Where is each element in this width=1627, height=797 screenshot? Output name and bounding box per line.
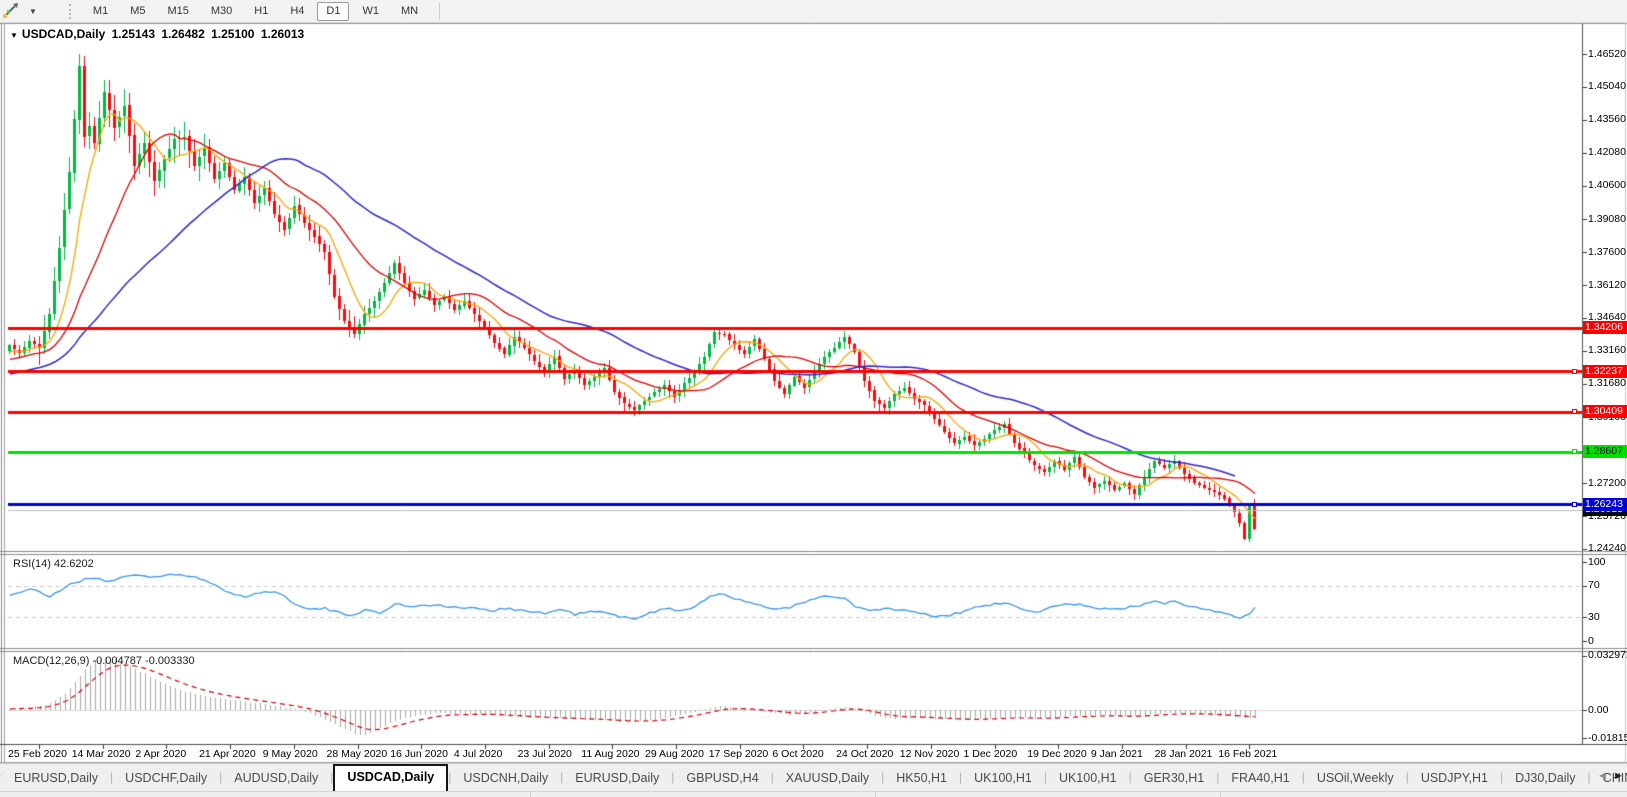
tab-usdjpy-h1[interactable]: USDJPY,H1 <box>1409 767 1500 792</box>
status-divider <box>530 792 531 797</box>
status-strip <box>0 791 1627 797</box>
date-axis-label: 17 Sep 2020 <box>709 748 769 760</box>
date-axis-label: 2 Apr 2020 <box>135 748 186 760</box>
price-axis-label: 1.27200 <box>1588 477 1626 489</box>
tab-eurusd-daily[interactable]: EURUSD,Daily <box>2 767 110 792</box>
timeframe-button-M1[interactable]: M1 <box>84 2 117 21</box>
price-axis-label: 1.39080 <box>1588 213 1626 225</box>
date-axis-label: 11 Aug 2020 <box>581 748 639 760</box>
rsi-axis-label: 0 <box>1588 635 1594 647</box>
price-level-badge: 1.28607 <box>1583 445 1627 458</box>
timeframe-button-H4[interactable]: H4 <box>281 2 313 21</box>
date-axis-label: 29 Aug 2020 <box>645 748 704 760</box>
date-axis-label: 9 Jan 2021 <box>1091 748 1143 760</box>
date-axis-label: 16 Feb 2021 <box>1218 748 1277 760</box>
hline-handle[interactable] <box>1572 409 1577 414</box>
trading-platform-window: ▼ M1M5M15 M30H1H4D1W1MN ▼ USDCAD,Daily 1.2… <box>0 0 1627 797</box>
hline-handle[interactable] <box>1572 449 1577 454</box>
date-axis-label: 24 Oct 2020 <box>836 748 893 760</box>
timeframe-buttons: M1M5M15 M30H1H4D1W1MN <box>82 2 429 21</box>
hline-handle[interactable] <box>1572 502 1577 507</box>
tool-dropdown-icon[interactable]: ▼ <box>29 7 37 16</box>
tab-usdcad-daily[interactable]: USDCAD,Daily <box>333 764 448 792</box>
date-axis-label: 6 Oct 2020 <box>772 748 823 760</box>
timeframe-button-D1[interactable]: D1 <box>317 2 349 21</box>
hline-handle[interactable] <box>1572 369 1577 374</box>
tab-usoil-weekly[interactable]: USOil,Weekly <box>1305 767 1406 792</box>
quote-high: 1.26482 <box>161 27 204 41</box>
tab-gbpusd-h4[interactable]: GBPUSD,H4 <box>674 767 770 792</box>
price-axis-label: 1.37600 <box>1588 246 1626 258</box>
chart-tool-icon[interactable] <box>1 2 27 20</box>
rsi-axis-label: 70 <box>1588 579 1600 591</box>
price-axis-label: 1.43560 <box>1588 113 1626 125</box>
status-divider <box>1220 792 1221 797</box>
price-axis-label: 1.46520 <box>1588 48 1626 60</box>
date-axis-label: 23 Jul 2020 <box>518 748 572 760</box>
price-axis-label: 1.33160 <box>1588 344 1626 356</box>
tabs-scroll-right-icon[interactable]: ► <box>1613 770 1624 782</box>
rsi-axis-label: 100 <box>1588 556 1606 568</box>
quote-open: 1.25143 <box>112 27 155 41</box>
tab-hk50-h1[interactable]: HK50,H1 <box>884 767 959 792</box>
tabs-scroll-left-icon[interactable]: ◄ <box>1597 770 1608 782</box>
tab-xauusd-daily[interactable]: XAUUSD,Daily <box>774 767 881 792</box>
tab-fra40-h1[interactable]: FRA40,H1 <box>1219 767 1301 792</box>
chart-title: ▼ USDCAD,Daily 1.25143 1.26482 1.25100 1.… <box>10 27 307 41</box>
price-level-badge: 1.34206 <box>1583 321 1627 334</box>
price-level-badge: 1.30409 <box>1583 405 1627 418</box>
toolbar-separator <box>439 3 440 20</box>
price-axis-label: 1.42080 <box>1588 146 1626 158</box>
date-axis-label: 19 Dec 2020 <box>1027 748 1087 760</box>
macd-axis-label: 0.00 <box>1588 704 1608 716</box>
timeframe-button-M30[interactable]: M30 <box>202 2 241 21</box>
date-axis-label: 21 Apr 2020 <box>199 748 256 760</box>
date-axis-label: 14 Mar 2020 <box>72 748 131 760</box>
tab-uk100-h1[interactable]: UK100,H1 <box>1047 767 1129 792</box>
tab-dj30-daily[interactable]: DJ30,Daily <box>1503 767 1587 792</box>
timeframe-button-H1[interactable]: H1 <box>245 2 277 21</box>
price-level-badge: 1.26243 <box>1583 498 1627 511</box>
toolbar-grip[interactable] <box>69 4 74 19</box>
chart-title-dropdown-icon: ▼ <box>10 31 18 40</box>
symbol-tab-bar: EURUSD,Daily|USDCHF,Daily|AUDUSD,Daily|U… <box>0 763 1627 792</box>
date-axis-label: 1 Dec 2020 <box>964 748 1018 760</box>
price-axis-label: 1.36120 <box>1588 279 1626 291</box>
status-divider <box>875 792 876 797</box>
chart-canvas[interactable] <box>0 0 1627 797</box>
top-toolbar: ▼ M1M5M15 M30H1H4D1W1MN <box>0 0 1627 23</box>
timeframe-button-W1[interactable]: W1 <box>353 2 388 21</box>
date-axis-label: 4 Jul 2020 <box>454 748 502 760</box>
price-axis-label: 1.45040 <box>1588 80 1626 92</box>
price-axis-label: 1.24240 <box>1588 542 1626 554</box>
timeframe-button-MN[interactable]: MN <box>392 2 427 21</box>
tab-usdcnh-daily[interactable]: USDCNH,Daily <box>451 767 560 792</box>
rsi-axis-label: 30 <box>1588 611 1600 623</box>
chart-symbol: USDCAD,Daily <box>22 27 105 41</box>
tab-usdchf-daily[interactable]: USDCHF,Daily <box>113 767 219 792</box>
price-axis-label: 1.31680 <box>1588 377 1626 389</box>
date-axis-label: 16 Jun 2020 <box>390 748 448 760</box>
tab-eurusd-daily[interactable]: EURUSD,Daily <box>563 767 671 792</box>
tab-ger30-h1[interactable]: GER30,H1 <box>1132 767 1216 792</box>
tab-uk100-h1[interactable]: UK100,H1 <box>962 767 1044 792</box>
timeframe-button-M5[interactable]: M5 <box>121 2 154 21</box>
date-axis-label: 28 Jan 2021 <box>1155 748 1213 760</box>
price-level-badge: 1.32237 <box>1583 365 1627 378</box>
macd-axis-label: -0.018154 <box>1588 732 1627 744</box>
date-axis-label: 9 May 2020 <box>263 748 318 760</box>
quote-close: 1.26013 <box>261 27 304 41</box>
macd-axis-label: 0.032972 <box>1588 649 1627 661</box>
macd-label: MACD(12,26,9) -0.004787 -0.003330 <box>13 655 195 667</box>
timeframe-button-M15[interactable]: M15 <box>158 2 197 21</box>
tab-stub <box>0 775 1 792</box>
date-axis-label: 12 Nov 2020 <box>900 748 960 760</box>
tab-audusd-daily[interactable]: AUDUSD,Daily <box>222 767 330 792</box>
date-axis-label: 28 May 2020 <box>327 748 388 760</box>
rsi-label: RSI(14) 42.6202 <box>13 558 94 570</box>
date-axis-label: 25 Feb 2020 <box>8 748 67 760</box>
price-axis-label: 1.40600 <box>1588 179 1626 191</box>
quote-low: 1.25100 <box>211 27 254 41</box>
